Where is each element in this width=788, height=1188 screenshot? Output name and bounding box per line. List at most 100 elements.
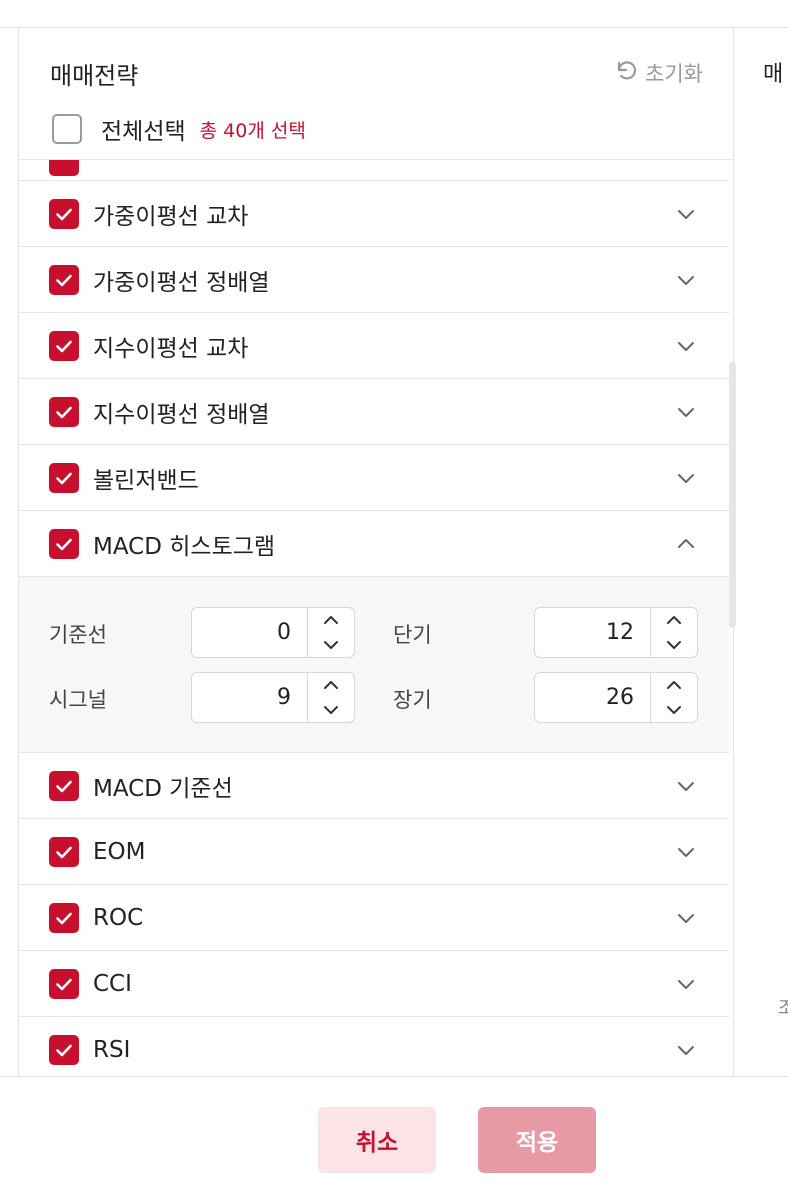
strategy-checkbox[interactable] [49,396,79,427]
select-all-checkbox[interactable] [52,114,82,144]
apply-button[interactable]: 적용 [478,1107,596,1173]
chevron-down-icon[interactable] [673,399,699,425]
increment-button[interactable] [308,608,354,633]
check-icon [56,912,72,924]
strategy-row[interactable]: 지수이평선 교차 [19,313,729,379]
baseline-value[interactable]: 0 [192,608,307,657]
chevron-down-icon[interactable] [673,201,699,227]
baseline-stepper[interactable]: 0 [191,607,355,658]
strategy-checkbox[interactable] [49,968,79,999]
increment-button[interactable] [308,673,354,698]
strategy-checkbox[interactable] [49,770,79,801]
panel-header: 매매전략 초기화 전체선택 총 40개 선택 [19,28,733,160]
select-all[interactable]: 전체선택 총 40개 선택 [52,112,306,146]
chevron-down-icon[interactable] [673,465,699,491]
strategy-label: MACD 기준선 [93,775,233,802]
strategy-checkbox[interactable] [49,836,79,867]
increment-button[interactable] [651,608,697,633]
strategy-label: RSI [93,1036,131,1063]
strategy-checkbox[interactable] [49,462,79,493]
stepper-buttons [307,608,354,657]
chevron-down-icon[interactable] [673,333,699,359]
decrement-button[interactable] [308,698,354,723]
reset-label: 초기화 [645,62,703,86]
strategy-checkbox[interactable] [49,528,79,559]
strategy-label: MACD 히스토그램 [93,533,276,560]
strategy-label: 가중이평선 교차 [93,203,249,230]
stepper-buttons [650,608,697,657]
top-bar [0,0,788,28]
check-icon [56,780,72,792]
panel-title: 매매전략 [50,62,139,90]
chevron-down-icon[interactable] [673,905,699,931]
param-label-short: 단기 [393,623,432,647]
param-label-long: 장기 [393,688,432,712]
strategy-row[interactable]: 볼린저밴드 [19,445,729,511]
strategy-label: 지수이평선 정배열 [93,401,270,428]
short-value[interactable]: 12 [535,608,650,657]
check-icon [56,978,72,990]
chevron-down-icon [324,705,338,714]
increment-button[interactable] [651,673,697,698]
strategy-row[interactable]: 가중이평선 교차 [19,181,729,247]
strategy-checkbox[interactable] [49,1034,79,1065]
chevron-up-icon [667,616,681,625]
list-item-partial [19,160,729,181]
strategy-label: 볼린저밴드 [93,467,199,494]
chevron-down-icon [324,640,338,649]
check-icon [56,208,72,220]
reset-button[interactable]: 초기화 [615,58,703,88]
selected-count: 총 40개 선택 [199,119,306,142]
chevron-down-icon[interactable] [673,839,699,865]
rotate-ccw-icon [615,59,639,88]
param-label-baseline: 기준선 [49,623,107,647]
cancel-button[interactable]: 취소 [318,1107,436,1173]
strategy-row[interactable]: CCI [19,951,729,1017]
scrollbar[interactable] [729,362,736,628]
strategy-row-expanded[interactable]: MACD 히스토그램 [19,511,729,577]
check-icon [56,274,72,286]
decrement-button[interactable] [308,633,354,658]
param-label-signal: 시그널 [49,688,107,712]
signal-stepper[interactable]: 9 [191,672,355,723]
strategy-label: EOM [93,838,146,865]
decrement-button[interactable] [651,698,697,723]
check-icon [56,538,72,550]
strategy-row[interactable]: RSI [19,1017,729,1076]
check-icon [56,340,72,352]
adjacent-panel-text: 조 [778,998,788,1019]
signal-value[interactable]: 9 [192,673,307,722]
strategy-panel: 매매전략 초기화 전체선택 총 40개 선택 가중이평선 교차 가중이평선 정배… [19,28,733,1076]
strategy-row[interactable]: EOM [19,819,729,885]
strategy-checkbox[interactable] [49,330,79,361]
strategy-label: ROC [93,904,144,931]
strategy-checkbox[interactable] [49,902,79,933]
chevron-down-icon[interactable] [673,971,699,997]
chevron-down-icon[interactable] [673,1037,699,1063]
long-stepper[interactable]: 26 [534,672,698,723]
strategy-label: 지수이평선 교차 [93,335,249,362]
chevron-up-icon[interactable] [673,531,699,557]
strategy-label: 가중이평선 정배열 [93,269,270,296]
strategy-row[interactable]: 지수이평선 정배열 [19,379,729,445]
strategy-row[interactable]: ROC [19,885,729,951]
check-icon [56,472,72,484]
strategy-checkbox[interactable] [49,264,79,295]
chevron-down-icon [667,705,681,714]
check-icon [56,846,72,858]
strategy-checkbox[interactable] [49,198,79,229]
chevron-down-icon [667,640,681,649]
strategy-label: CCI [93,970,132,997]
chevron-down-icon[interactable] [673,773,699,799]
strategy-row[interactable]: 가중이평선 정배열 [19,247,729,313]
short-stepper[interactable]: 12 [534,607,698,658]
adjacent-panel-title: 매 [763,62,784,87]
strategy-row[interactable]: MACD 기준선 [19,753,729,819]
strategy-checkbox[interactable] [49,160,79,176]
chevron-up-icon [324,616,338,625]
chevron-up-icon [324,681,338,690]
check-icon [56,1044,72,1056]
decrement-button[interactable] [651,633,697,658]
chevron-down-icon[interactable] [673,267,699,293]
long-value[interactable]: 26 [535,673,650,722]
